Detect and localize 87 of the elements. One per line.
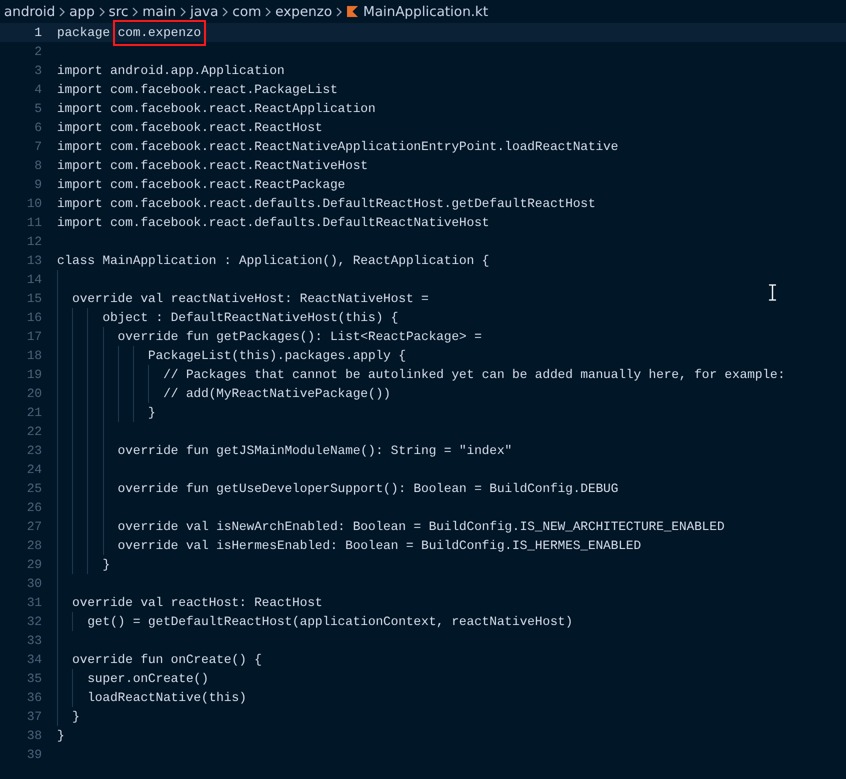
line-number: 4 <box>33 82 42 97</box>
chevron-icon <box>98 6 106 16</box>
code-line: import com.facebook.react.ReactNativeHost <box>57 158 368 173</box>
code-line: } <box>102 557 110 572</box>
line-number: 10 <box>26 196 42 211</box>
line-number: 13 <box>26 253 42 268</box>
kotlin-file-icon <box>346 5 360 18</box>
line-number: 6 <box>33 120 42 135</box>
line-number: 21 <box>26 405 42 420</box>
text-cursor-icon <box>768 284 777 301</box>
code-line: loadReactNative(this) <box>86 690 247 705</box>
line-number: 20 <box>26 386 42 401</box>
line-number: 17 <box>26 329 42 344</box>
code-line: override fun getUseDeveloperSupport(): Boolean = BuildConfig.DEBUG <box>116 481 618 496</box>
breadcrumb-item[interactable]: app <box>69 4 95 20</box>
code-line: // Packages that cannot be autolinked yet can be added manually here, for example: <box>162 367 786 382</box>
chevron-icon <box>221 6 230 16</box>
code-line: override val reactHost: ReactHost <box>71 595 322 610</box>
line-number: 37 <box>26 709 42 724</box>
line-number: 38 <box>26 728 42 743</box>
breadcrumb-item[interactable]: android <box>4 4 56 20</box>
line-number: 22 <box>26 424 42 439</box>
line-number: 15 <box>26 291 42 306</box>
line-number: 24 <box>26 462 42 477</box>
code-line: } <box>147 405 156 420</box>
code-line: } <box>57 728 65 743</box>
code-line: import com.facebook.react.PackageList <box>57 82 338 97</box>
line-number: 25 <box>26 481 42 496</box>
breadcrumb-item[interactable]: src <box>108 4 128 20</box>
line-number: 39 <box>26 747 42 762</box>
code-line: PackageList(this).packages.apply { <box>147 348 406 363</box>
line-number: 36 <box>26 690 42 705</box>
line-number: 8 <box>33 158 42 173</box>
code-line: import com.facebook.react.ReactApplication <box>57 101 376 116</box>
line-number: 31 <box>26 595 42 610</box>
code-line: } <box>71 709 80 724</box>
breadcrumb-item[interactable]: com <box>232 4 262 20</box>
code-line: class MainApplication : Application(), ReactApplication { <box>57 253 490 268</box>
code-line: override val reactNativeHost: ReactNativeHost = <box>71 291 429 306</box>
code-line: package <box>57 25 112 40</box>
line-number: 14 <box>26 272 42 287</box>
line-number: 19 <box>26 367 42 382</box>
code-line: import android.app.Application <box>57 63 285 78</box>
chevron-icon <box>264 6 272 16</box>
code-line: object : DefaultReactNativeHost(this) { <box>102 310 398 325</box>
line-number: 5 <box>33 101 42 116</box>
chevron-icon <box>335 6 344 16</box>
breadcrumb-item[interactable]: main <box>142 4 176 20</box>
line-number: 29 <box>26 557 42 572</box>
line-number: 33 <box>26 633 42 648</box>
code-line: import com.facebook.react.defaults.DefaultReactNativeHost <box>57 215 490 230</box>
code-line: super.onCreate() <box>86 671 209 686</box>
code-line: override val isNewArchEnabled: Boolean = BuildConfig.IS_NEW_ARCHITECTURE_ENABLED <box>116 519 725 534</box>
code-line: // add(MyReactNativePackage()) <box>162 386 391 401</box>
chevron-icon <box>179 6 188 16</box>
line-number: 7 <box>33 139 42 154</box>
code-line: import com.facebook.react.ReactNativeApplicationEntryPoint.loadReactNative <box>57 139 618 154</box>
code-line: import com.facebook.react.ReactPackage <box>57 177 346 192</box>
line-number: 34 <box>26 652 42 667</box>
line-number: 35 <box>26 671 42 686</box>
code-line: override fun getJSMainModuleName(): String = "index" <box>116 443 512 458</box>
line-number: 28 <box>26 538 42 553</box>
code-line: import com.facebook.react.defaults.DefaultReactHost.getDefaultReactHost <box>57 196 596 211</box>
line-number: 27 <box>26 519 42 534</box>
breadcrumb-item[interactable]: expenzo <box>275 4 332 20</box>
breadcrumb-item[interactable]: MainApplication.kt <box>346 4 488 20</box>
line-number: 30 <box>26 576 42 591</box>
line-number: 16 <box>26 310 42 325</box>
chevron-icon <box>131 6 140 16</box>
line-number: 32 <box>26 614 42 629</box>
line-number: 3 <box>33 63 42 78</box>
code-line: import com.facebook.react.ReactHost <box>57 120 322 135</box>
highlighted-code: com.expenzo <box>112 20 206 46</box>
breadcrumb-item[interactable]: java <box>190 4 218 20</box>
code-line: override fun getPackages(): List<ReactPackage> = <box>116 329 482 344</box>
code-line: override val isHermesEnabled: Boolean = BuildConfig.IS_HERMES_ENABLED <box>116 538 642 553</box>
line-number: 26 <box>26 500 42 515</box>
chevron-icon <box>58 6 66 16</box>
line-number: 11 <box>26 215 42 230</box>
line-number: 9 <box>33 177 42 192</box>
line-number: 18 <box>26 348 42 363</box>
line-number: 12 <box>26 234 42 249</box>
line-number: 2 <box>33 44 42 59</box>
line-number: 1 <box>33 25 42 40</box>
code-line: override fun onCreate() { <box>71 652 262 667</box>
line-number: 23 <box>26 443 42 458</box>
code-line: get() = getDefaultReactHost(applicationContext, reactNativeHost) <box>86 614 573 629</box>
